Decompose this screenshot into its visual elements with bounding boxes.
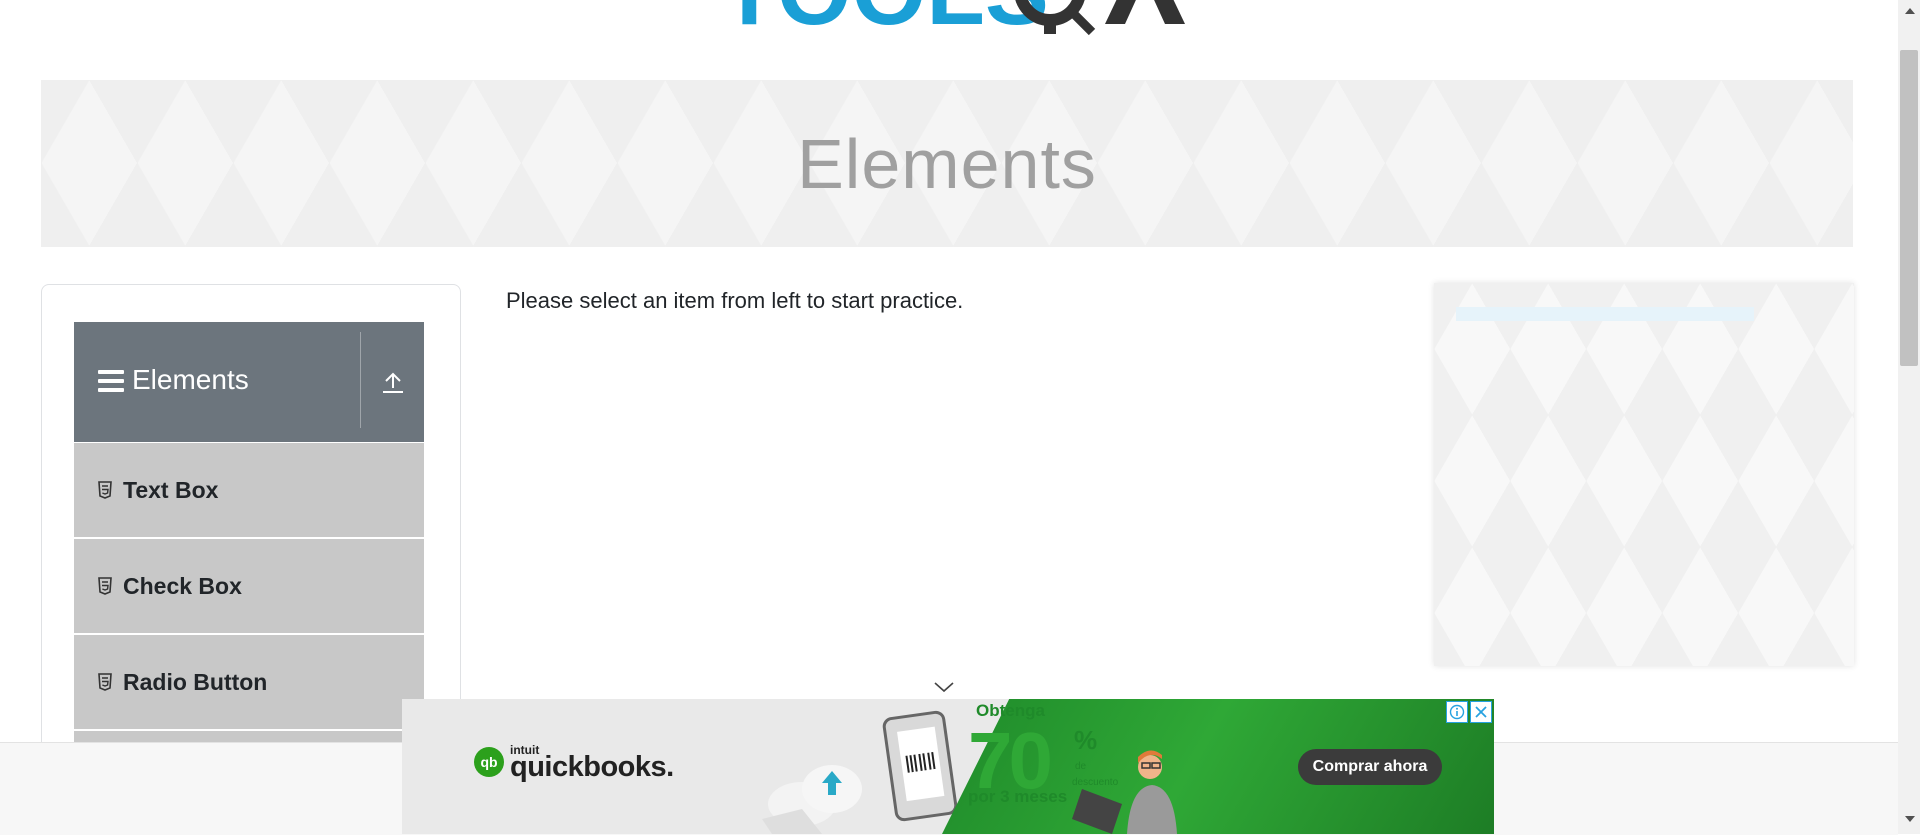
scroll-up-arrow-icon[interactable] [1903, 6, 1917, 16]
sidebar-item-label: Check Box [123, 572, 242, 599]
ad-close-icon[interactable] [1470, 701, 1492, 723]
html5-icon [98, 673, 112, 691]
menu-icon [98, 370, 124, 394]
side-ad-placeholder [1434, 283, 1854, 666]
svg-text:TOOLS: TOOLS [720, 0, 1049, 45]
toolsqa-logo[interactable]: TOOLS [720, 0, 1200, 70]
html5-icon [98, 481, 112, 499]
scroll-down-arrow-icon[interactable] [1903, 814, 1917, 824]
ad-duration: por 3 meses [968, 787, 1068, 806]
ad-brand: quickbooks. [510, 751, 674, 783]
page-title: Elements [797, 124, 1097, 203]
intro-text: Please select an item from left to start… [506, 288, 964, 313]
sidebar-item-label: Text Box [123, 476, 219, 503]
collapse-up-icon[interactable] [361, 322, 424, 442]
sidebar-item-text-box[interactable]: Text Box [74, 443, 424, 538]
ad-info-icon[interactable] [1446, 701, 1468, 723]
sidebar-group-elements[interactable]: Elements [74, 322, 424, 442]
ad-cta-button[interactable]: Comprar ahora [1298, 749, 1442, 785]
page-banner: Elements [41, 80, 1853, 247]
bottom-ad-banner[interactable]: qb intuit quickbooks. Obtenga 70 % de de… [402, 699, 1494, 834]
scrollbar-thumb[interactable] [1900, 50, 1918, 366]
sidebar-item-check-box[interactable]: Check Box [74, 539, 424, 634]
person-laptop-icon [1072, 750, 1177, 834]
sidebar-item-label: Radio Button [123, 668, 268, 695]
chevron-down-icon[interactable] [933, 680, 955, 694]
html5-icon [98, 577, 112, 595]
sidebar-group-title: Elements [132, 364, 249, 395]
quickbooks-logo-icon: qb [474, 747, 504, 777]
ad-loading-bar [1456, 307, 1754, 321]
sidebar-item-radio-button[interactable]: Radio Button [74, 635, 424, 730]
